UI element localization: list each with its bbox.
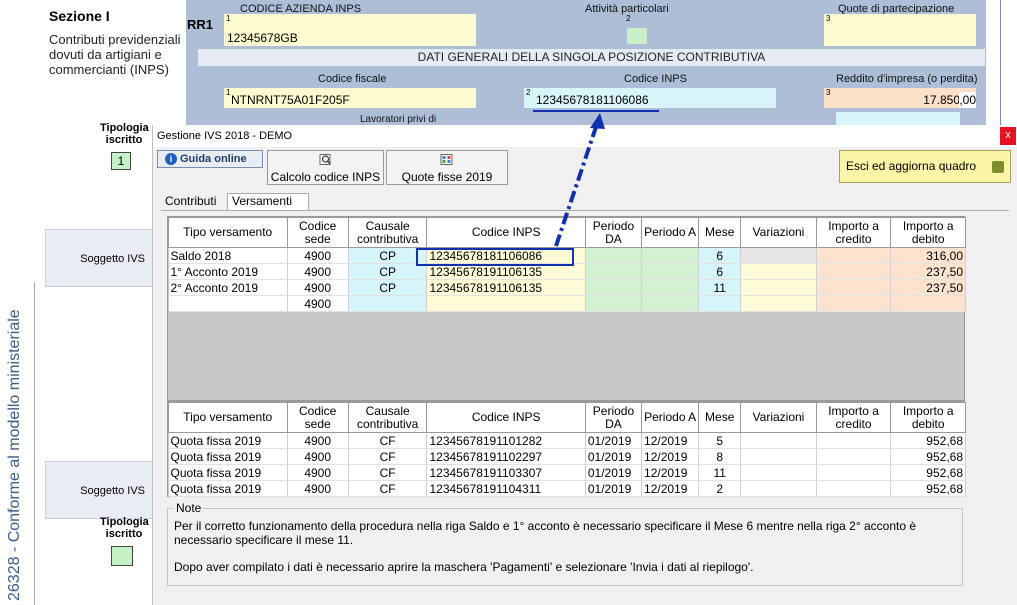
arrow-shaft [554,123,599,247]
annotation-arrow [554,113,605,247]
arrow-head [590,113,605,129]
